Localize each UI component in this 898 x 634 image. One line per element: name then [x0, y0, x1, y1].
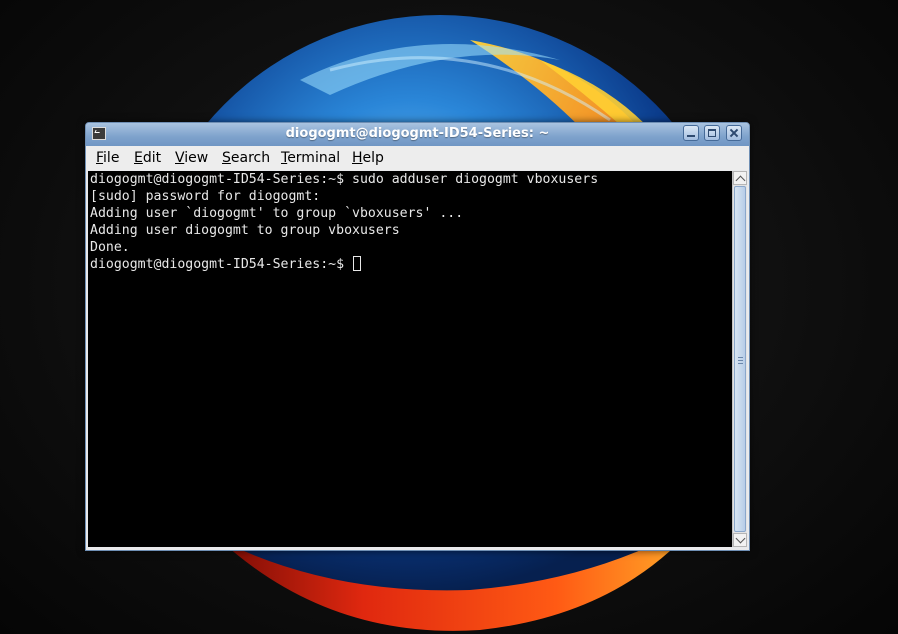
- terminal-output[interactable]: diogogmt@diogogmt-ID54-Series:~$ sudo ad…: [88, 171, 732, 547]
- scrollbar-thumb[interactable]: [734, 186, 746, 532]
- menu-help-accel: H: [352, 150, 363, 166]
- minimize-button[interactable]: [683, 125, 699, 141]
- window-title: diogogmt@diogogmt-ID54-Series: ~: [285, 126, 550, 141]
- terminal-line: diogogmt@diogogmt-ID54-Series:~$ sudo ad…: [90, 172, 599, 187]
- menu-edit-label: dit: [142, 150, 162, 166]
- menu-bar: File Edit View Search Terminal Help: [86, 146, 749, 170]
- terminal-line: Adding user diogogmt to group vboxusers: [90, 223, 400, 238]
- maximize-button[interactable]: [704, 125, 720, 141]
- terminal-line: Adding user `diogogmt' to group `vboxuse…: [90, 206, 464, 221]
- menu-search-accel: S: [222, 150, 231, 166]
- menu-file-accel: F: [96, 150, 104, 166]
- terminal-prompt: diogogmt@diogogmt-ID54-Series:~$: [90, 257, 353, 272]
- grip-icon: [738, 357, 743, 364]
- menu-terminal[interactable]: Terminal: [281, 150, 340, 166]
- menu-file-label: ile: [103, 150, 120, 166]
- menu-search[interactable]: Search: [222, 150, 270, 166]
- terminal-window: diogogmt@diogogmt-ID54-Series: ~ File Ed…: [85, 122, 750, 551]
- menu-edit-accel: E: [134, 150, 143, 166]
- scroll-down-arrow-icon[interactable]: [733, 533, 747, 547]
- menu-search-label: earch: [230, 150, 271, 166]
- menu-help[interactable]: Help: [352, 150, 384, 166]
- title-bar[interactable]: diogogmt@diogogmt-ID54-Series: ~: [86, 123, 749, 146]
- menu-view-label: iew: [184, 150, 209, 166]
- terminal-prompt-line: diogogmt@diogogmt-ID54-Series:~$: [90, 256, 362, 273]
- terminal-line: Done.: [90, 240, 130, 255]
- text-cursor: [353, 256, 362, 271]
- menu-view[interactable]: View: [175, 150, 208, 166]
- menu-help-label: elp: [362, 150, 384, 166]
- menu-view-accel: V: [175, 150, 185, 166]
- close-button[interactable]: [726, 125, 742, 141]
- vertical-scrollbar[interactable]: [732, 171, 747, 547]
- menu-terminal-label: erminal: [287, 150, 341, 166]
- scroll-up-arrow-icon[interactable]: [733, 171, 747, 185]
- terminal-line: [sudo] password for diogogmt:: [90, 189, 321, 204]
- menu-edit[interactable]: Edit: [134, 150, 161, 166]
- menu-file[interactable]: File: [96, 150, 119, 166]
